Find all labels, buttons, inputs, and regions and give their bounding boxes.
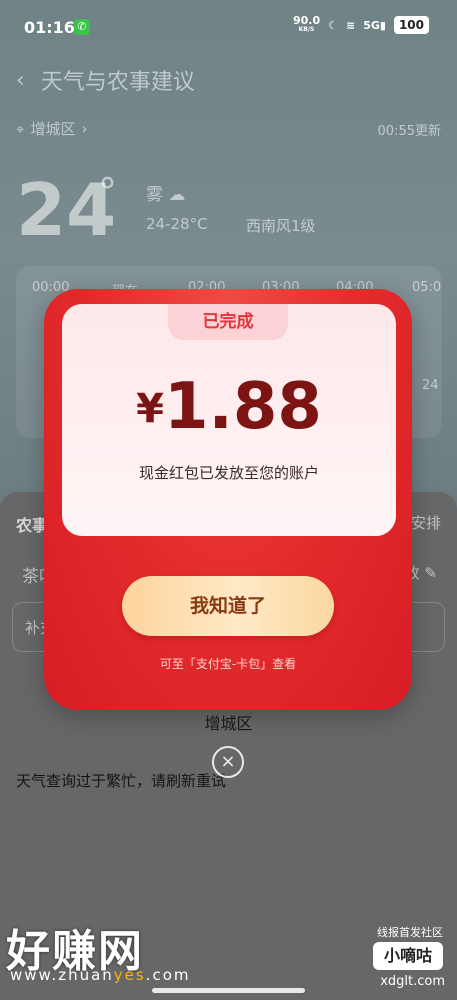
degree-symbol: ° [98, 170, 117, 214]
close-icon[interactable]: × [212, 746, 244, 778]
update-time: 00:55更新 [377, 124, 441, 139]
view-hint: 可至「支付宝-卡包」查看 [159, 657, 297, 671]
location-name: 增城区 [30, 120, 76, 138]
reward-amount: ¥1.88 [62, 370, 396, 444]
watermark-url: www.zhuanyes.com [10, 966, 191, 984]
status-badge: 已完成 [168, 304, 288, 340]
chevron-right-icon: › [81, 119, 88, 138]
home-indicator[interactable] [152, 988, 305, 993]
pencil-icon: ✎ [424, 564, 437, 582]
watermark-tagline: 线报首发社区 [377, 926, 443, 939]
page-title: 天气与农事建议 [40, 70, 195, 95]
reward-message: 现金红包已发放至您的账户 [138, 464, 319, 482]
location-pin-icon: ⌖ [16, 119, 25, 138]
farming-arrange[interactable]: 安排 [411, 512, 441, 533]
top-nav: ‹ 天气与农事建议 [16, 64, 195, 96]
error-message: 天气查询过于繁忙，请刷新重试 [16, 772, 227, 790]
got-it-button[interactable]: 我知道了 [122, 576, 334, 636]
watermark-brand: 小嘀咕 [373, 942, 443, 970]
fog-icon: ☁ [168, 185, 186, 205]
amount-value: 1.88 [163, 370, 322, 444]
hourly-time: 05:0 [412, 280, 442, 295]
temperature-range: 24-28°C [146, 215, 208, 233]
hourly-temp: 24 [422, 378, 439, 393]
location-selector[interactable]: ⌖ 增城区 › [16, 118, 87, 139]
weather-condition: 雾 ☁ [146, 185, 186, 205]
back-arrow-icon[interactable]: ‹ [16, 68, 25, 93]
currency-symbol: ¥ [136, 386, 164, 432]
watermark-brand-url: xdglt.com [380, 974, 445, 989]
wind-info: 西南风1级 [246, 217, 316, 235]
location-label: 增城区 [204, 714, 253, 733]
